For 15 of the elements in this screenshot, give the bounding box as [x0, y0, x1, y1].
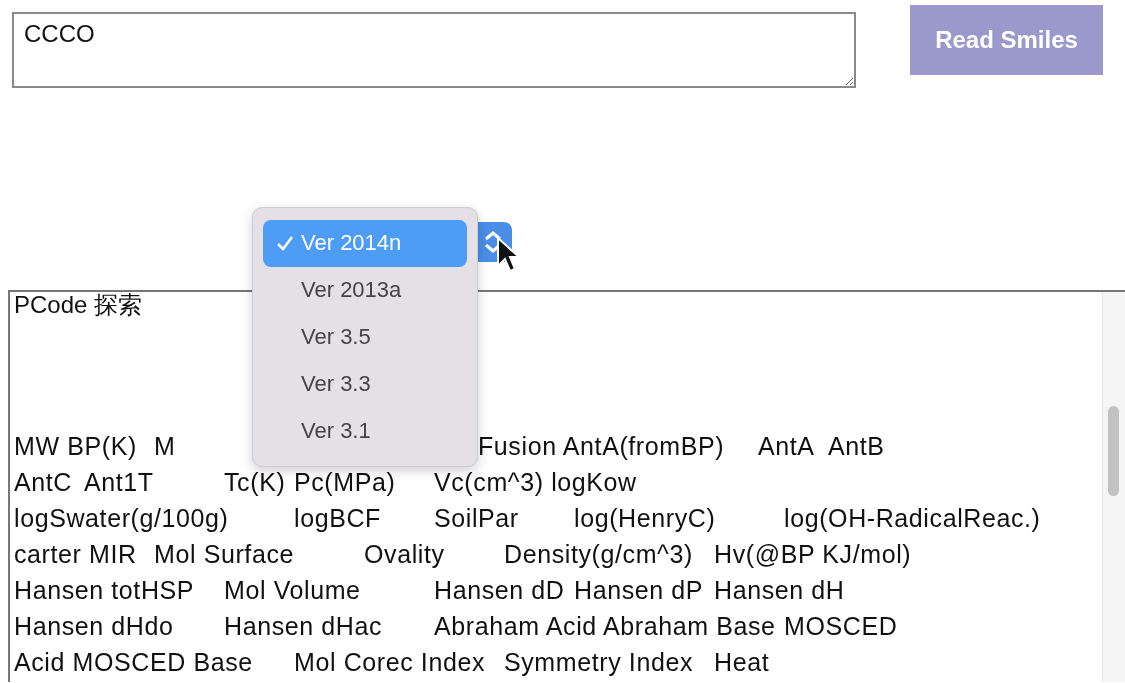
output-text: Fusion AntA(fromBP) AntA AntB: [478, 431, 885, 462]
version-option[interactable]: Ver 3.1: [263, 407, 467, 454]
output-text: carter MIR Mol Surface Ovality Density(g/cm^3) Hv(@BP KJ/mol): [14, 539, 912, 570]
output-text: AntC Ant1T Tc(K) Pc(MPa) Vc(cm^3) logKow: [14, 467, 637, 498]
output-title: PCode 探索: [14, 292, 143, 318]
output-text: logSwater(g/100g) logBCF SoilPar log(HenryC) log(OH-RadicalReac.): [14, 503, 1041, 534]
version-option[interactable]: Ver 3.5: [263, 313, 467, 361]
version-option[interactable]: Ver 2013a: [263, 266, 467, 314]
output-text: MW BP(K) M: [14, 431, 176, 462]
output-text: Hansen totHSP Mol Volume Hansen dD Hansen dP Hansen dH: [14, 575, 845, 606]
scrollbar[interactable]: [1102, 292, 1125, 682]
version-option[interactable]: Ver 3.3: [263, 360, 467, 408]
output-text: Acid MOSCED Base Mol Corec Index Symmetry Index Heat: [14, 647, 770, 678]
smiles-field[interactable]: CCCO: [12, 12, 856, 88]
output-text: Hansen dHdo Hansen dHac Abraham Acid Abraham Base MOSCED: [14, 611, 898, 642]
